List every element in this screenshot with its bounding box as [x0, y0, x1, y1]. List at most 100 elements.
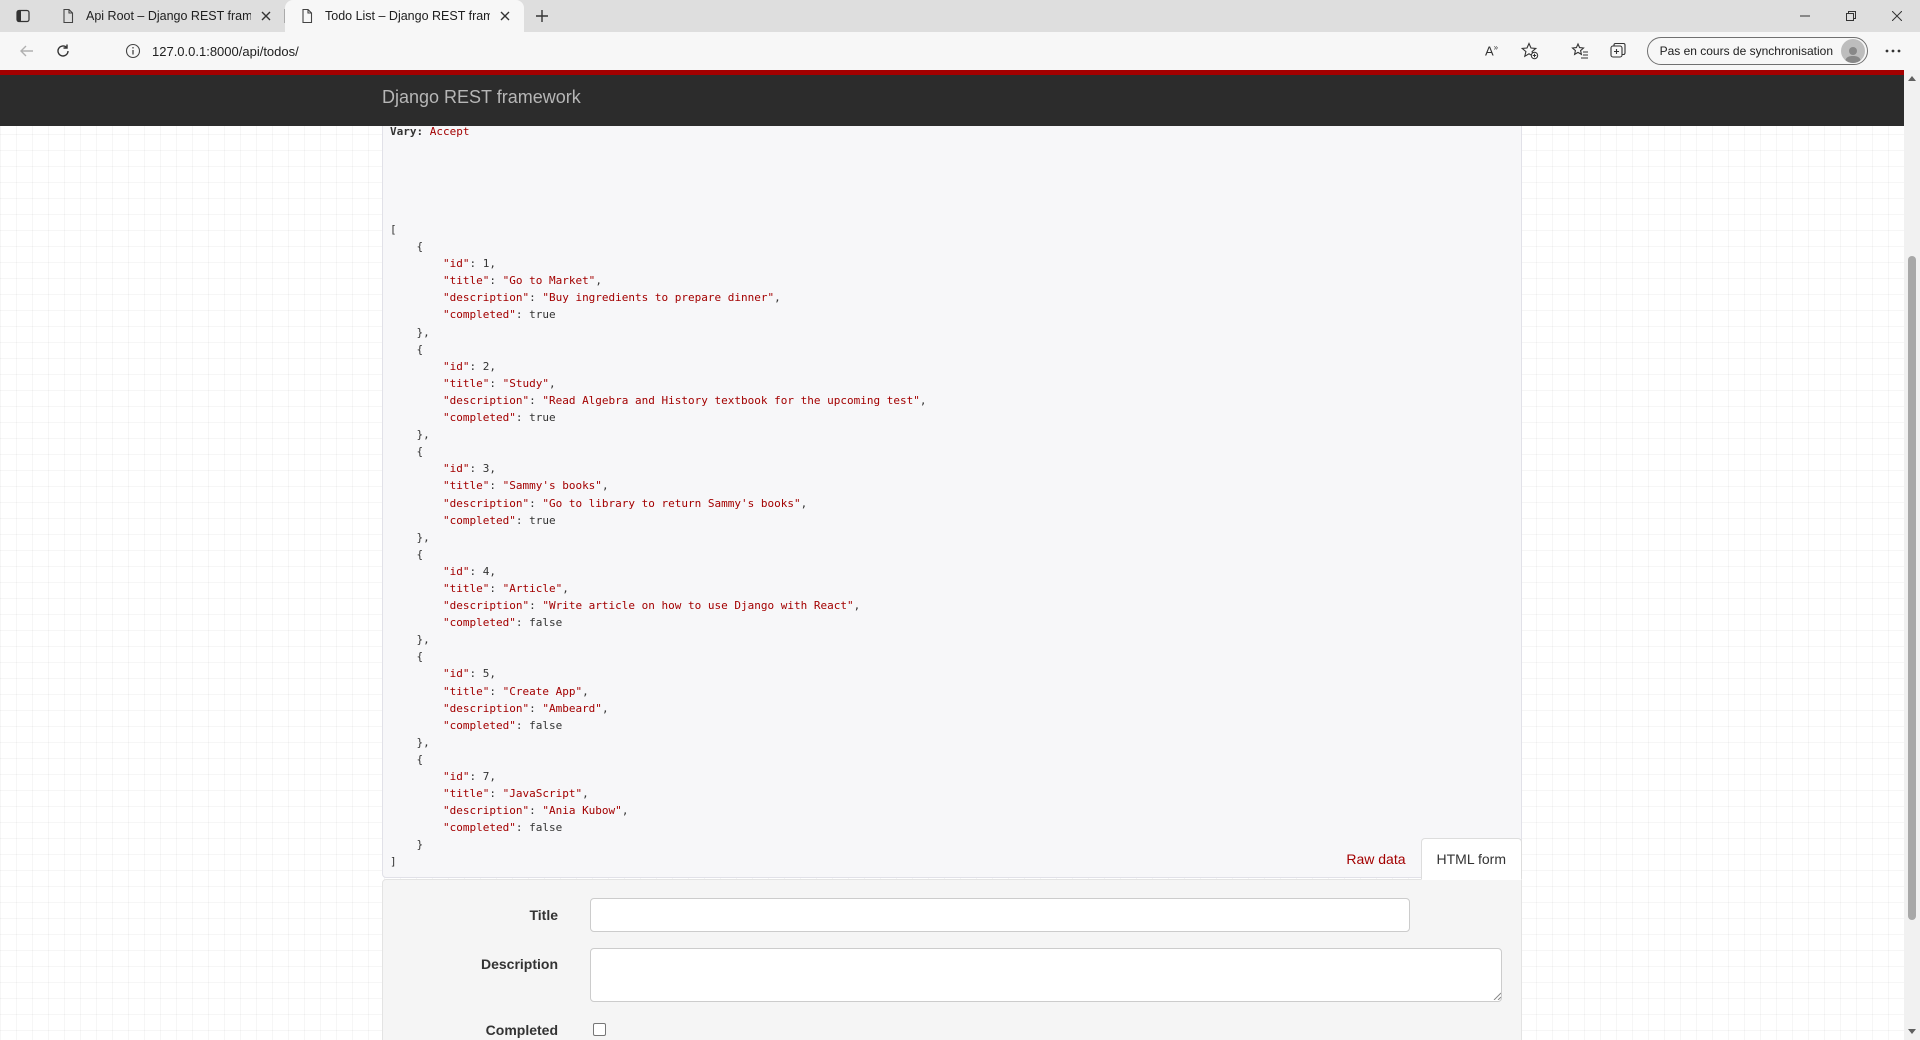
favorites-button[interactable]: [1561, 35, 1599, 67]
collections-button[interactable]: [1599, 35, 1637, 67]
json-key: "completed": [442, 411, 516, 425]
json-value-completed: true: [529, 411, 556, 425]
json-key: "completed": [442, 718, 516, 732]
json-key: "id": [442, 257, 470, 271]
toolbar-right: A» Pas en cours de synchronisation: [1473, 32, 1920, 70]
avatar: [1841, 39, 1865, 63]
close-icon: [261, 11, 271, 21]
minimize-button[interactable]: [1782, 0, 1828, 32]
read-aloud-glyph: A: [1485, 43, 1494, 59]
json-value-title: "Create App": [502, 684, 583, 698]
close-icon: [500, 11, 510, 21]
close-tab-button[interactable]: [496, 7, 514, 25]
read-aloud-button[interactable]: A»: [1473, 35, 1511, 67]
json-key: "description": [442, 701, 530, 715]
scrollbar-thumb[interactable]: [1908, 256, 1916, 920]
json-value-description: "Write article on how to use Django with…: [542, 599, 854, 613]
json-value-id: 5: [482, 667, 490, 681]
reload-button[interactable]: [45, 36, 81, 66]
drf-navbar: Django REST framework: [0, 70, 1904, 126]
json-key: "description": [442, 599, 530, 613]
url-text: 127.0.0.1:8000/api/todos/: [152, 43, 299, 59]
add-favorite-button[interactable]: [1511, 35, 1549, 67]
json-key: "title": [442, 479, 490, 493]
description-textarea[interactable]: [590, 948, 1502, 1002]
back-button[interactable]: [9, 36, 45, 66]
profile-sync-button[interactable]: Pas en cours de synchronisation: [1646, 37, 1868, 65]
json-value-id: 2: [482, 359, 490, 373]
json-key: "completed": [442, 821, 516, 835]
minimize-icon: [1800, 15, 1810, 17]
html-form-panel: Title Description Completed: [382, 879, 1522, 1040]
header-key: Vary:: [390, 125, 424, 138]
response-content: Vary: Accept [ { "id": 1, "title": "Go t…: [382, 110, 1522, 878]
json-key: "title": [442, 684, 490, 698]
info-icon: [125, 43, 141, 59]
page-viewport: Django REST framework Vary: Accept [ { "…: [0, 70, 1904, 1040]
json-value-id: 1: [482, 257, 490, 271]
tab-title: Todo List – Django REST framewo: [325, 9, 490, 23]
close-window-button[interactable]: [1874, 0, 1920, 32]
json-key: "completed": [442, 616, 516, 630]
reload-icon: [57, 44, 69, 57]
json-key: "title": [442, 787, 490, 801]
brand-link[interactable]: Django REST framework: [382, 87, 581, 108]
settings-menu-button[interactable]: [1874, 35, 1912, 67]
sync-status-label: Pas en cours de synchronisation: [1659, 44, 1833, 58]
close-icon: [1892, 11, 1902, 21]
json-value-description: "Ania Kubow": [542, 804, 622, 818]
browser-toolbar: 127.0.0.1:8000/api/todos/ A» Pas en cour…: [0, 32, 1920, 70]
title-input[interactable]: [590, 898, 1410, 932]
back-arrow-icon: [20, 45, 33, 57]
json-key: "id": [442, 359, 470, 373]
json-value-title: "Go to Market": [502, 274, 596, 288]
completed-checkbox[interactable]: [593, 1023, 606, 1036]
json-value-completed: true: [529, 513, 556, 527]
window-controls: [1782, 0, 1920, 32]
page-icon: [302, 8, 313, 24]
json-value-title: "JavaScript": [502, 787, 583, 801]
json-key: "id": [442, 770, 470, 783]
tab-actions-button[interactable]: [0, 0, 46, 32]
json-value-completed: true: [529, 308, 556, 322]
tab-api-root[interactable]: Api Root – Django REST framewo: [46, 0, 285, 32]
json-value-id: 4: [482, 564, 490, 578]
scroll-up-arrow-icon[interactable]: [1908, 76, 1916, 81]
json-key: "description": [442, 393, 530, 407]
user-avatar-icon: [1845, 47, 1861, 63]
json-key: "completed": [442, 308, 516, 322]
json-key: "id": [442, 564, 470, 578]
new-tab-button[interactable]: [524, 0, 560, 32]
json-value-title: "Study": [502, 376, 549, 390]
json-key: "id": [442, 462, 470, 476]
form-tabs: Raw data HTML form: [1331, 838, 1522, 880]
json-value-description: "Ambeard": [542, 701, 602, 715]
restore-icon: [1846, 11, 1856, 21]
close-tab-button[interactable]: [257, 7, 275, 25]
json-key: "completed": [442, 513, 516, 527]
read-aloud-icon: A»: [1485, 43, 1499, 59]
title-label: Title: [529, 907, 558, 923]
json-value-completed: false: [529, 718, 563, 732]
json-value-completed: false: [529, 821, 563, 835]
site-info-button[interactable]: [116, 43, 150, 59]
tab-title: Api Root – Django REST framewo: [86, 9, 251, 23]
browser-tab-strip: Api Root – Django REST framewo Todo List…: [0, 0, 1920, 32]
tab-raw-data[interactable]: Raw data: [1331, 838, 1420, 880]
page-scrollbar[interactable]: [1904, 70, 1920, 1040]
more-icon: [1885, 49, 1901, 53]
json-value-id: 3: [482, 462, 490, 476]
restore-button[interactable]: [1828, 0, 1874, 32]
json-key: "title": [442, 581, 490, 595]
resize-grip-icon[interactable]: [1493, 992, 1501, 1000]
tab-html-form[interactable]: HTML form: [1420, 838, 1522, 880]
plus-icon: [536, 10, 548, 22]
json-key: "description": [442, 291, 530, 305]
json-value-description: "Buy ingredients to prepare dinner": [542, 291, 775, 305]
json-body: [ { "id": 1, "title": "Go to Market", "d…: [390, 223, 927, 869]
json-value-description: "Go to library to return Sammy's books": [542, 496, 801, 510]
scroll-down-arrow-icon[interactable]: [1908, 1029, 1916, 1034]
address-bar[interactable]: 127.0.0.1:8000/api/todos/: [108, 35, 1478, 67]
tab-todo-list[interactable]: Todo List – Django REST framewo: [285, 0, 524, 32]
json-value-id: 7: [482, 770, 490, 783]
